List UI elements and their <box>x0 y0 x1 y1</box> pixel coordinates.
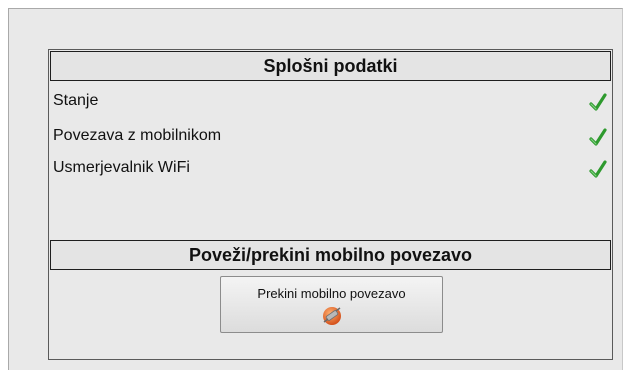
disconnect-mobile-button[interactable]: Prekini mobilno povezavo <box>220 276 443 333</box>
row-label: Povezava z mobilnikom <box>53 127 222 144</box>
row-label: Stanje <box>53 92 99 109</box>
check-icon <box>589 93 607 111</box>
status-panel: Splošni podatki Stanje Povezava z mobiln… <box>48 49 613 360</box>
mobile-connection-header: Poveži/prekini mobilno povezavo <box>50 240 611 270</box>
check-icon <box>589 128 607 146</box>
content-area: Splošni podatki Stanje Povezava z mobiln… <box>8 8 623 370</box>
disconnect-mobile-button-label: Prekini mobilno povezavo <box>257 286 406 301</box>
disconnect-plug-icon <box>322 307 341 325</box>
check-icon <box>589 160 607 178</box>
status-row-stanje: Stanje <box>53 89 608 119</box>
general-info-header: Splošni podatki <box>50 51 611 81</box>
status-row-wifi-router: Usmerjevalnik WiFi <box>53 156 608 186</box>
row-label: Usmerjevalnik WiFi <box>53 159 190 176</box>
status-row-mobile-connection: Povezava z mobilnikom <box>53 124 608 154</box>
